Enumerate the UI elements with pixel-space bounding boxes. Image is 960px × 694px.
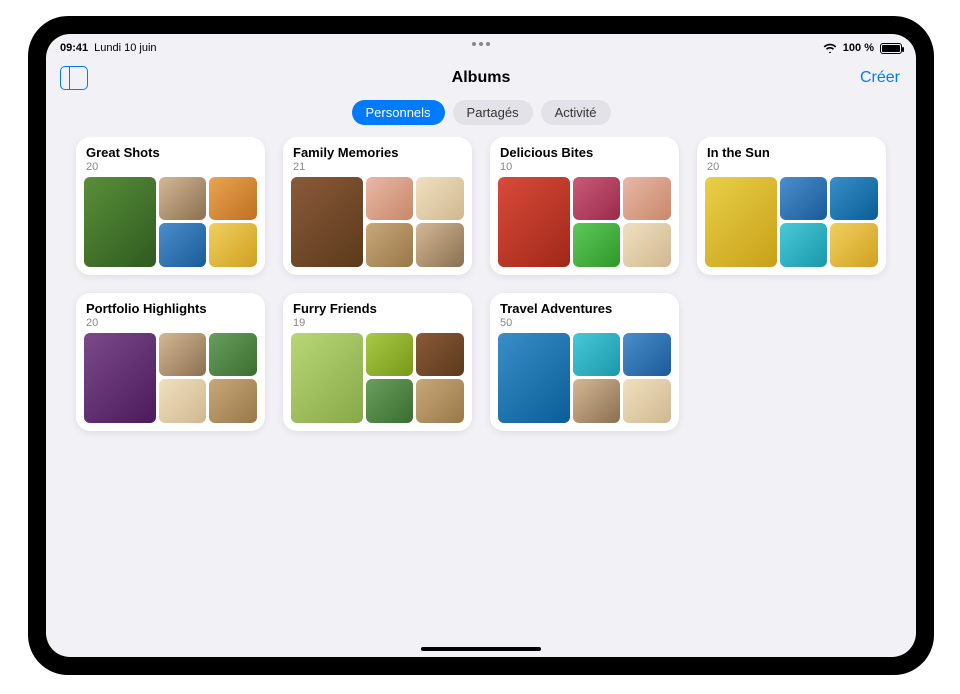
nav-bar: Albums Créer xyxy=(46,58,916,98)
album-count: 20 xyxy=(705,161,878,173)
thumbnail xyxy=(209,177,257,221)
thumbnail xyxy=(623,223,671,267)
thumbnail xyxy=(830,177,878,221)
album-title: Portfolio Highlights xyxy=(84,301,257,317)
thumbnail xyxy=(209,379,257,423)
thumbnail xyxy=(623,177,671,221)
thumbnail xyxy=(573,223,621,267)
album-card[interactable]: Portfolio Highlights20 xyxy=(76,293,265,431)
album-card[interactable]: Great Shots20 xyxy=(76,137,265,275)
thumbnail xyxy=(159,333,207,377)
thumbnail xyxy=(366,333,414,377)
create-button[interactable]: Créer xyxy=(860,69,900,87)
page-title: Albums xyxy=(452,69,511,87)
album-card[interactable]: Travel Adventures50 xyxy=(490,293,679,431)
albums-grid[interactable]: Great Shots20Family Memories21Delicious … xyxy=(46,137,916,657)
screen: 09:41 Lundi 10 juin 100 % Albums Créer P… xyxy=(46,34,916,657)
thumbnail xyxy=(780,177,828,221)
album-count: 20 xyxy=(84,161,257,173)
album-count: 10 xyxy=(498,161,671,173)
thumbnail xyxy=(159,379,207,423)
thumbnail xyxy=(573,333,621,377)
thumbnail xyxy=(573,379,621,423)
multitask-dots[interactable] xyxy=(472,42,490,46)
thumbnail xyxy=(291,333,363,423)
thumbnail xyxy=(498,333,570,423)
thumbnail xyxy=(209,223,257,267)
album-title: Furry Friends xyxy=(291,301,464,317)
thumbnail xyxy=(623,379,671,423)
status-date: Lundi 10 juin xyxy=(94,42,156,54)
thumbnail xyxy=(366,223,414,267)
thumbnail xyxy=(498,177,570,267)
thumbnail xyxy=(573,177,621,221)
album-title: Great Shots xyxy=(84,145,257,161)
tab-partagés[interactable]: Partagés xyxy=(453,100,533,125)
thumbnail xyxy=(159,223,207,267)
album-card[interactable]: In the Sun20 xyxy=(697,137,886,275)
thumbnail xyxy=(416,177,464,221)
thumbnail xyxy=(830,223,878,267)
album-count: 50 xyxy=(498,317,671,329)
album-count: 20 xyxy=(84,317,257,329)
album-thumbnails xyxy=(291,177,464,267)
thumbnail xyxy=(291,177,363,267)
album-thumbnails xyxy=(84,333,257,423)
thumbnail xyxy=(780,223,828,267)
thumbnail xyxy=(209,333,257,377)
home-indicator[interactable] xyxy=(421,647,541,651)
album-title: Family Memories xyxy=(291,145,464,161)
album-title: Travel Adventures xyxy=(498,301,671,317)
status-left: 09:41 Lundi 10 juin xyxy=(60,42,157,54)
tab-activité[interactable]: Activité xyxy=(541,100,611,125)
sidebar-toggle-button[interactable] xyxy=(60,66,88,90)
album-count: 19 xyxy=(291,317,464,329)
album-thumbnails xyxy=(291,333,464,423)
album-count: 21 xyxy=(291,161,464,173)
thumbnail xyxy=(623,333,671,377)
album-thumbnails xyxy=(498,177,671,267)
status-right: 100 % xyxy=(823,42,902,54)
album-card[interactable]: Family Memories21 xyxy=(283,137,472,275)
wifi-icon xyxy=(823,43,837,53)
tab-personnels[interactable]: Personnels xyxy=(352,100,445,125)
battery-percent: 100 % xyxy=(843,42,874,54)
album-thumbnails xyxy=(84,177,257,267)
battery-icon xyxy=(880,43,902,54)
album-card[interactable]: Furry Friends19 xyxy=(283,293,472,431)
album-title: Delicious Bites xyxy=(498,145,671,161)
thumbnail xyxy=(84,333,156,423)
ipad-device-frame: 09:41 Lundi 10 juin 100 % Albums Créer P… xyxy=(28,16,934,675)
status-time: 09:41 xyxy=(60,42,88,54)
tabs-segmented-control: Personnels Partagés Activité xyxy=(46,100,916,125)
thumbnail xyxy=(159,177,207,221)
thumbnail xyxy=(705,177,777,267)
status-bar: 09:41 Lundi 10 juin 100 % xyxy=(46,38,916,58)
album-thumbnails xyxy=(498,333,671,423)
thumbnail xyxy=(416,333,464,377)
album-card[interactable]: Delicious Bites10 xyxy=(490,137,679,275)
thumbnail xyxy=(84,177,156,267)
thumbnail xyxy=(366,177,414,221)
album-title: In the Sun xyxy=(705,145,878,161)
thumbnail xyxy=(416,379,464,423)
album-thumbnails xyxy=(705,177,878,267)
thumbnail xyxy=(366,379,414,423)
thumbnail xyxy=(416,223,464,267)
